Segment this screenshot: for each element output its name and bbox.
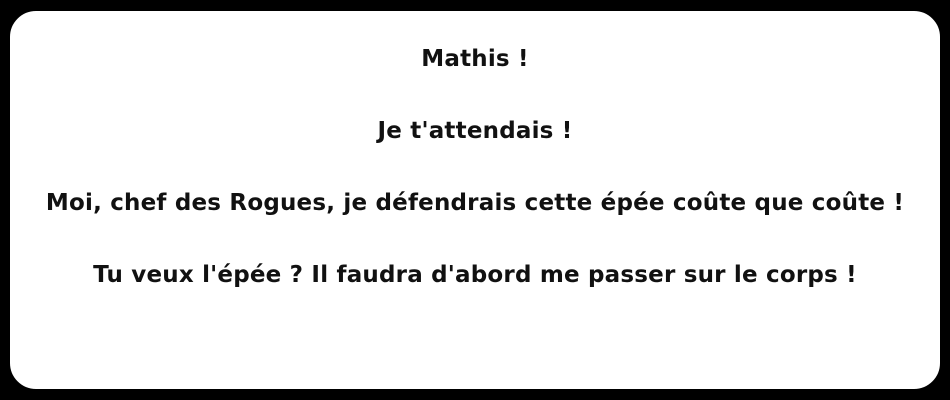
dialog-text: Mathis ! Je t'attendais ! Moi, chef des … [22,41,928,293]
dialog-line-waiting: Je t'attendais ! [377,118,573,144]
dialog-box[interactable]: Mathis ! Je t'attendais ! Moi, chef des … [2,3,948,397]
dialog-line-challenge: Tu veux l'épée ? Il faudra d'abord me pa… [93,262,857,288]
dialog-line-chief: Moi, chef des Rogues, je défendrais cett… [45,190,905,216]
dialog-line-greeting: Mathis ! [421,46,529,72]
